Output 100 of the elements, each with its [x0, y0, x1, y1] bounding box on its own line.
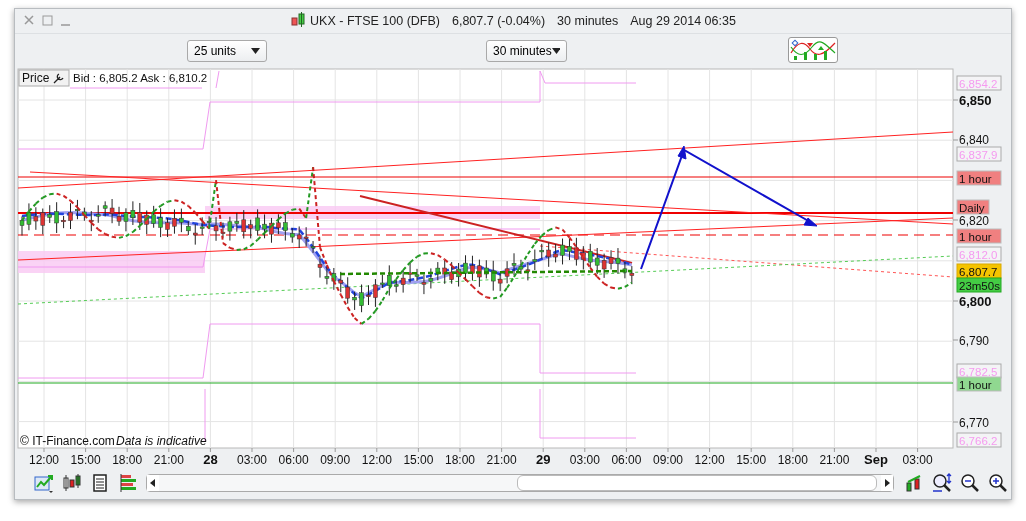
candlestick	[456, 262, 461, 288]
axis-label: 18:00	[777, 453, 808, 467]
candle-arrow-icon	[906, 474, 922, 492]
chart-style-button[interactable]	[788, 37, 838, 63]
candlestick	[165, 217, 170, 238]
candlestick	[89, 210, 94, 232]
maximize-icon	[41, 14, 53, 26]
candlestick	[470, 255, 475, 282]
close-icon	[23, 14, 35, 26]
price-level-tag: 6,766.2	[956, 432, 1002, 448]
scroll-left-button[interactable]	[147, 475, 159, 491]
disclaimer-text: Data is indicative	[116, 434, 207, 448]
axis-label: 18:00	[112, 453, 143, 467]
left-arrow-icon	[150, 479, 156, 487]
price-settings-button[interactable]	[18, 69, 70, 87]
axis-label: Sep	[864, 452, 888, 467]
axis-label: 6,840	[959, 133, 990, 147]
chart-arrow-icon	[33, 473, 55, 493]
axis-label: 03:00	[569, 453, 600, 467]
date-time: Aug 29 2014 06:35	[630, 14, 736, 28]
candlestick	[68, 202, 73, 230]
candlestick	[283, 212, 288, 242]
candlestick	[255, 208, 260, 237]
scroll-thumb[interactable]	[517, 475, 877, 491]
candlestick	[179, 208, 184, 233]
caret-icon	[551, 48, 560, 54]
axis-label: 06:00	[611, 453, 642, 467]
price-change: 6,807.7 (-0.04%)	[452, 14, 546, 28]
axis-label: 21:00	[486, 453, 517, 467]
price-level-tag: 6,837.9	[956, 146, 1002, 162]
scroll-right-button[interactable]	[881, 475, 893, 491]
chart-indicator-icon	[790, 39, 836, 61]
interval-label: 30 minutes	[557, 14, 619, 28]
scrollbar[interactable]	[146, 474, 894, 492]
axis-label: 15:00	[736, 453, 767, 467]
candlestick	[581, 245, 586, 270]
candlestick	[567, 238, 572, 261]
axis-label: 12:00	[29, 453, 59, 467]
candlestick	[359, 284, 364, 313]
legend-label: Price	[22, 71, 50, 85]
axis-label: 6,800	[959, 294, 992, 309]
minimize-icon	[61, 24, 70, 26]
axis-label: 21:00	[153, 453, 184, 467]
candlestick	[449, 261, 454, 285]
candlestick	[172, 208, 177, 235]
candlestick	[546, 242, 551, 268]
candlestick	[158, 207, 163, 238]
alert-tag: Daily	[956, 199, 990, 215]
instrument-name: UKX - FTSE 100 (DFB)	[310, 14, 440, 28]
candlestick	[477, 259, 482, 288]
right-arrow-icon	[884, 479, 890, 487]
axis-label: 12:00	[361, 453, 392, 467]
axis-label: 09:00	[653, 453, 683, 467]
axis-label: 12:00	[694, 453, 725, 467]
zoom-out-icon	[959, 472, 981, 494]
axis-label: 28	[203, 452, 218, 467]
candlestick	[61, 215, 66, 229]
candlestick	[484, 259, 489, 279]
current-price-tag: 6,807.7	[956, 263, 1002, 279]
wrench-icon	[53, 73, 64, 84]
countdown-tag: 23m50s	[956, 277, 1002, 293]
candlestick	[75, 199, 80, 220]
candlestick	[248, 219, 253, 239]
interval-dropdown[interactable]: 30 minutes	[486, 40, 567, 62]
candlestick	[276, 213, 281, 235]
price-level-tag: 6,854.2	[956, 75, 1002, 91]
candlestick	[560, 238, 565, 265]
zoom-fit-icon	[931, 472, 953, 494]
caret-icon	[251, 48, 260, 54]
axis-label: 6,850	[959, 93, 992, 108]
candlestick	[269, 217, 274, 244]
axis-label: 6,820	[959, 214, 990, 228]
candlestick	[262, 213, 267, 239]
bar-stack-icon	[118, 473, 138, 493]
bid-ask-quote: Bid : 6,805.2 Ask : 6,810.2	[73, 72, 208, 84]
document-list-icon	[91, 473, 109, 493]
zoom-fit-button[interactable]	[930, 472, 954, 494]
axis-label: 6,770	[959, 416, 990, 430]
candlestick	[352, 291, 357, 311]
axis-label: 06:00	[278, 453, 309, 467]
candle-style-button[interactable]	[60, 472, 84, 494]
candlestick-icon	[61, 473, 83, 493]
candlestick	[82, 207, 87, 222]
axis-label: 29	[535, 452, 551, 467]
candlestick-icon	[290, 12, 307, 28]
axis-label: 21:00	[819, 453, 850, 467]
candlestick	[186, 220, 191, 236]
copyright-text: © IT-Finance.com	[20, 434, 115, 448]
units-dropdown[interactable]: 25 units	[187, 40, 267, 62]
axis-label: 03:00	[237, 453, 267, 467]
zoom-in-icon	[987, 472, 1009, 494]
axis-label: 03:00	[902, 453, 933, 467]
candlestick	[373, 278, 378, 308]
axis-label: 15:00	[403, 453, 434, 467]
axis-label: 18:00	[445, 453, 475, 467]
candlestick	[151, 205, 156, 229]
candlestick	[553, 243, 558, 263]
price-level-tag: 6,812.0	[956, 246, 1002, 262]
candlestick	[380, 274, 385, 289]
axis-label: 6,790	[959, 334, 990, 348]
